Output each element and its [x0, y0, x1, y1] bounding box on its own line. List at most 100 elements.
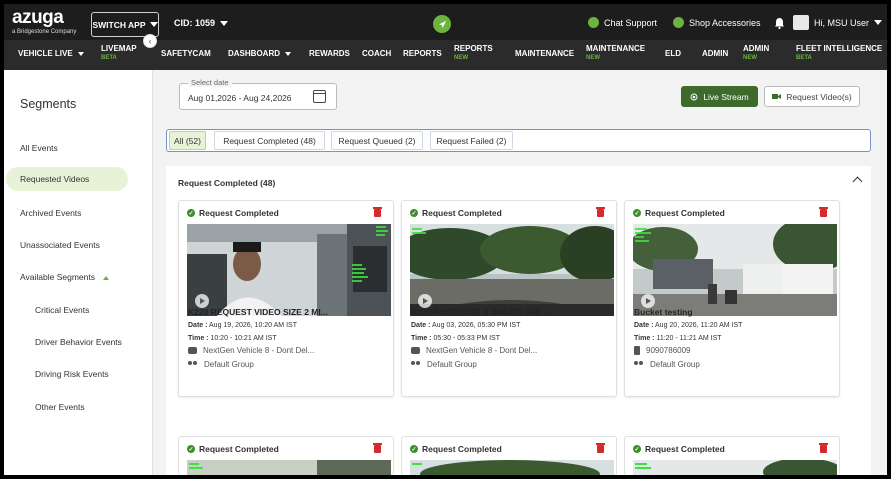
card-status: ✓ Request Completed — [633, 444, 725, 454]
collapse-sidebar-button[interactable]: ‹ — [143, 34, 157, 48]
card-group: Default Group — [634, 360, 700, 369]
card-time: Time : 05:30 - 05:33 PM IST — [411, 335, 500, 342]
nav-eld[interactable]: ELD — [665, 49, 681, 58]
card-date: Date : Aug 20, 2026, 11:20 AM IST — [634, 322, 742, 329]
shop-accessories-link[interactable]: Shop Accessories — [673, 17, 761, 28]
bell-icon[interactable] — [774, 16, 785, 34]
nav-admin-new-badge: NEW — [743, 55, 757, 61]
tab-request-queued[interactable]: Request Queued (2) — [331, 131, 423, 150]
nav-eld-label: ELD — [665, 49, 681, 58]
nav-admin-new[interactable]: ADMIN NEW — [743, 44, 769, 63]
sidebar-item-driver-behavior-events[interactable]: Driver Behavior Events — [35, 337, 122, 347]
broadcast-icon — [690, 93, 698, 100]
sidebar-item-driving-risk-events[interactable]: Driving Risk Events — [35, 369, 109, 379]
nav-dashboard[interactable]: DASHBOARD — [228, 49, 291, 58]
calendar-icon[interactable] — [313, 90, 326, 103]
nav-coach[interactable]: COACH — [362, 49, 391, 58]
delete-icon[interactable] — [373, 207, 382, 217]
sidebar-item-archived-events[interactable]: Archived Events — [20, 208, 81, 218]
check-circle-icon: ✓ — [633, 209, 641, 217]
chevron-up-icon[interactable] — [852, 176, 863, 187]
event-card[interactable]: ✓ Request Completed K220 PAST DATE 3 MIN… — [401, 200, 617, 397]
request-videos-label: Request Video(s) — [786, 91, 852, 102]
chevron-down-icon — [285, 51, 291, 56]
sidebar-item-other-events[interactable]: Other Events — [35, 402, 85, 412]
navigation-arrow-icon[interactable] — [433, 15, 451, 33]
card-date: Date : Aug 19, 2026, 10:20 AM IST — [188, 322, 297, 329]
time-value: 11:20 - 11:21 AM IST — [656, 335, 722, 342]
sidebar-item-requested-videos[interactable]: Requested Videos — [6, 167, 128, 191]
nav-admin[interactable]: ADMIN — [702, 49, 728, 58]
chat-support-link[interactable]: Chat Support — [588, 17, 657, 28]
delete-icon[interactable] — [819, 443, 828, 453]
top-bar: azuga a Bridgestone Company SWITCH APP C… — [4, 4, 887, 40]
delete-icon[interactable] — [596, 207, 605, 217]
sidebar-item-all-events[interactable]: All Events — [20, 143, 58, 153]
card-status: ✓ Request Completed — [187, 444, 279, 454]
car-icon — [411, 347, 420, 354]
card-vehicle: NextGen Vehicle 8 - Dont Del... — [188, 346, 314, 355]
date-label: Select date — [188, 78, 232, 87]
event-card[interactable]: ✓ Request Completed — [178, 200, 394, 397]
tab-request-failed[interactable]: Request Failed (2) — [430, 131, 513, 150]
video-thumbnail[interactable] — [633, 224, 837, 316]
check-circle-icon: ✓ — [633, 445, 641, 453]
nav-livemap[interactable]: LIVEMAP BETA — [101, 44, 137, 63]
delete-icon[interactable] — [596, 443, 605, 453]
nav-reports-new-label: REPORTS — [454, 44, 493, 53]
sidebar-item-critical-events[interactable]: Critical Events — [35, 305, 89, 315]
play-icon[interactable] — [418, 294, 432, 308]
nav-reports[interactable]: REPORTS — [403, 49, 442, 58]
request-videos-button[interactable]: Request Video(s) — [764, 86, 860, 107]
logo-text: azuga — [12, 7, 64, 28]
date-range-picker[interactable]: Select date Aug 01,2026 - Aug 24,2026 — [179, 78, 337, 110]
event-card[interactable]: ✓ Request Completed — [178, 436, 394, 475]
group-name: Default Group — [427, 360, 477, 369]
nav-vehicle-live[interactable]: VEHICLE LIVE — [18, 49, 84, 58]
nav-reports-new[interactable]: REPORTS NEW — [454, 44, 493, 63]
cabin-camera-image — [187, 224, 391, 316]
nav-maintenance-new-label: MAINTENANCE — [586, 44, 646, 53]
video-thumbnail[interactable] — [410, 460, 614, 475]
nav-safetycam-label: SAFETYCAM — [161, 49, 211, 58]
nav-safetycam[interactable]: SAFETYCAM — [161, 49, 211, 58]
delete-icon[interactable] — [373, 443, 382, 453]
vehicle-name: 9090786009 — [646, 346, 691, 355]
card-status: ✓ Request Completed — [187, 208, 279, 218]
cid-selector[interactable]: CID: 1059 — [174, 18, 229, 28]
segments-sidebar: Segments All Events Requested Videos Arc… — [4, 70, 153, 475]
video-thumbnail[interactable] — [633, 460, 837, 475]
nav-rewards[interactable]: REWARDS — [309, 49, 350, 58]
chat-icon — [588, 17, 599, 28]
card-status-label: Request Completed — [645, 444, 725, 454]
event-card[interactable]: ✓ Request Completed — [401, 436, 617, 475]
tab-request-completed[interactable]: Request Completed (48) — [214, 131, 325, 150]
nav-maintenance[interactable]: MAINTENANCE — [515, 49, 574, 58]
card-group: Default Group — [188, 360, 254, 369]
nav-coach-label: COACH — [362, 49, 392, 58]
nav-maintenance-new[interactable]: MAINTENANCE NEW — [586, 44, 645, 63]
nav-fleet-intelligence[interactable]: FLEET INTELLIGENCE BETA — [796, 44, 882, 63]
card-status-label: Request Completed — [645, 208, 725, 218]
event-card[interactable]: ✓ Request Completed — [624, 200, 840, 397]
delete-icon[interactable] — [819, 207, 828, 217]
azuga-logo[interactable]: azuga a Bridgestone Company — [12, 8, 76, 36]
play-icon[interactable] — [641, 294, 655, 308]
vehicle-name: NextGen Vehicle 8 - Dont Del... — [203, 346, 315, 355]
tab-all[interactable]: All (52) — [169, 131, 206, 150]
video-thumbnail[interactable] — [187, 460, 391, 475]
check-circle-icon: ✓ — [187, 445, 195, 453]
avatar — [793, 15, 809, 30]
play-icon[interactable] — [195, 294, 209, 308]
sidebar-item-available-segments[interactable]: Available Segments — [20, 272, 110, 282]
card-title: Bucket testing — [634, 307, 693, 317]
check-circle-icon: ✓ — [410, 209, 418, 217]
user-menu[interactable]: Hi, MSU User — [793, 15, 883, 30]
event-card[interactable]: ✓ Request Completed — [624, 436, 840, 475]
video-thumbnail[interactable] — [187, 224, 391, 316]
date-key: Date : — [411, 322, 431, 329]
time-key: Time : — [411, 335, 432, 342]
sidebar-item-unassociated-events[interactable]: Unassociated Events — [20, 240, 100, 250]
live-stream-button[interactable]: Live Stream — [681, 86, 758, 107]
video-thumbnail[interactable] — [410, 224, 614, 316]
